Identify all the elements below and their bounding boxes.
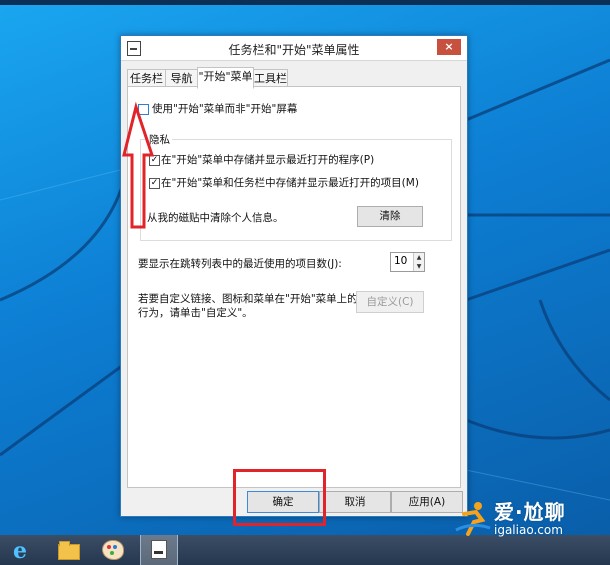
- folder-icon: [58, 541, 80, 560]
- ie-icon: e: [13, 538, 27, 564]
- spinner-down-icon[interactable]: ▼: [414, 262, 424, 271]
- use-start-menu-label: 使用"开始"菜单而非"开始"屏幕: [152, 103, 298, 115]
- properties-icon: [151, 540, 167, 559]
- privacy-group: 隐私 ✓ 在"开始"菜单中存储并显示最近打开的程序(P) ✓ 在"开始"菜单和任…: [140, 132, 452, 241]
- taskbar-paint-button[interactable]: [94, 535, 130, 565]
- store-recent-programs-label: 在"开始"菜单中存储并显示最近打开的程序(P): [161, 154, 375, 166]
- customize-button[interactable]: 自定义(C): [356, 291, 424, 313]
- customize-text-line2: 行为，请单击"自定义"。: [138, 307, 253, 319]
- taskbar-properties-button[interactable]: [140, 535, 178, 565]
- store-recent-items-label: 在"开始"菜单和任务栏中存储并显示最近打开的项目(M): [161, 177, 419, 189]
- paint-palette-icon: [102, 540, 124, 560]
- watermark-title: 爱·尬聊: [494, 500, 566, 524]
- cancel-button[interactable]: 取消: [319, 491, 391, 513]
- spinner-up-icon[interactable]: ▲: [414, 253, 424, 262]
- tab-start-menu[interactable]: "开始"菜单: [197, 67, 254, 89]
- apply-button[interactable]: 应用(A): [391, 491, 463, 513]
- window-title: 任务栏和"开始"菜单属性: [228, 43, 360, 57]
- annotation-highlight-ok: [233, 469, 326, 526]
- taskbar-properties-dialog: 任务栏和"开始"菜单属性 × 任务栏 导航 "开始"菜单 工具栏 使用"开始"菜…: [120, 35, 468, 517]
- start-menu-panel: 使用"开始"菜单而非"开始"屏幕 隐私 ✓ 在"开始"菜单中存储并显示最近打开的…: [127, 86, 461, 488]
- jump-list-count-value: 10: [394, 255, 408, 267]
- taskbar-ie-button[interactable]: e: [5, 535, 41, 565]
- close-button[interactable]: ×: [437, 39, 461, 55]
- clear-button[interactable]: 清除: [357, 206, 423, 227]
- watermark: 爱·尬聊 igaliao.com: [454, 496, 610, 540]
- customize-text-line1: 若要自定义链接、图标和菜单在"开始"菜单上的外观和: [138, 293, 390, 305]
- title-bar: 任务栏和"开始"菜单属性 ×: [121, 36, 467, 61]
- annotation-arrow: [122, 101, 155, 229]
- jump-list-count-spinner[interactable]: 10 ▲ ▼: [390, 252, 425, 272]
- taskbar-explorer-button[interactable]: [49, 535, 85, 565]
- jump-list-count-label: 要显示在跳转列表中的最近使用的项目数(J):: [138, 258, 342, 270]
- spinner-arrows[interactable]: ▲ ▼: [413, 253, 424, 271]
- runner-logo-icon: [455, 502, 491, 536]
- watermark-url: igaliao.com: [494, 523, 563, 537]
